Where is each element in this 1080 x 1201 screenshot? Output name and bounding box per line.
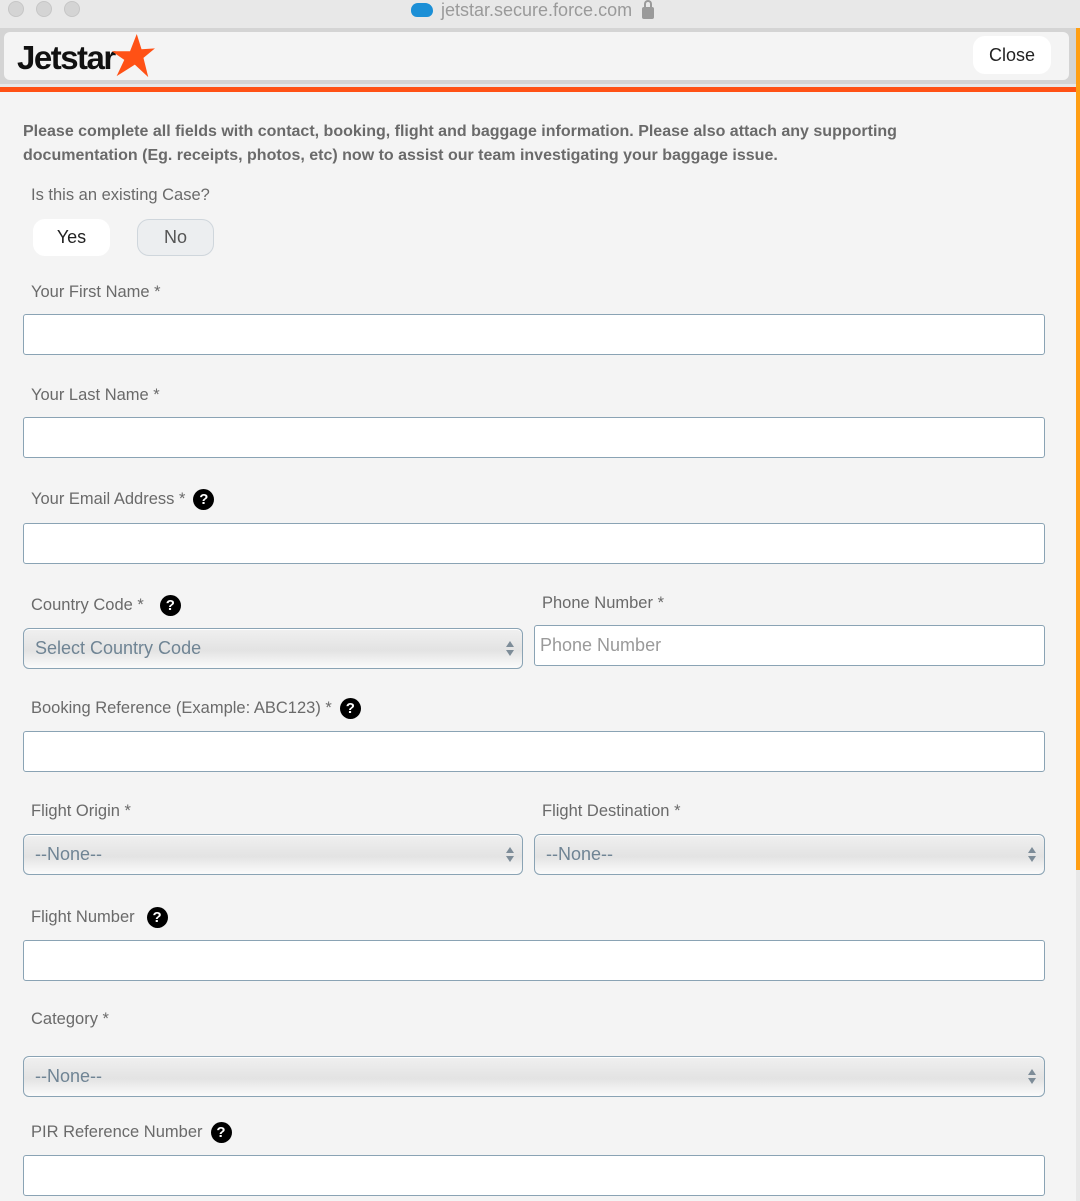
flight-destination-selected: --None-- [546,844,614,864]
pir-reference-input[interactable] [23,1155,1045,1196]
first-name-input[interactable] [23,314,1045,355]
phone-label: Phone Number * [542,594,664,613]
address-bar[interactable]: jetstar.secure.force.com [411,0,655,21]
flight-origin-label: Flight Origin * [31,802,131,821]
phone-label-text: Phone Number * [542,594,664,612]
flight-number-help-icon[interactable]: ? [146,907,168,928]
select-arrows-icon [1028,847,1036,863]
email-help-icon[interactable]: ? [193,489,215,510]
pir-reference-help-icon[interactable]: ? [210,1122,232,1143]
flight-number-label: Flight Number ? [31,907,168,928]
first-name-label: Your First Name * [31,283,161,302]
booking-reference-label: Booking Reference (Example: ABC123) * ? [31,698,361,719]
flight-destination-select[interactable]: --None-- [534,834,1045,875]
star-icon [111,33,155,78]
header-bar: Jetstar Close [4,32,1069,80]
flight-destination-label: Flight Destination * [542,802,681,821]
window-zoom-control[interactable] [64,1,80,17]
side-accent-bar [1076,28,1080,870]
url-text: jetstar.secure.force.com [441,0,633,20]
flight-origin-label-text: Flight Origin * [31,802,131,820]
browser-titlebar: jetstar.secure.force.com [0,0,1080,28]
window-close-control[interactable] [8,1,24,17]
flight-destination-label-text: Flight Destination * [542,802,681,820]
salesforce-cloud-icon [411,3,433,17]
select-arrows-icon [506,847,514,863]
country-code-label: Country Code * ? [31,595,181,616]
flight-origin-selected: --None-- [35,844,103,864]
first-name-label-text: Your First Name * [31,283,161,301]
form-instructions: Please complete all fields with contact,… [23,123,897,164]
category-label: Category * [31,1010,109,1029]
category-selected: --None-- [35,1066,103,1086]
category-label-text: Category * [31,1010,109,1028]
window-minimize-control[interactable] [36,1,52,17]
existing-case-label: Is this an existing Case? [31,186,210,205]
country-code-help-icon[interactable]: ? [159,595,181,616]
existing-case-yes-button[interactable]: Yes [33,219,110,256]
flight-number-label-text: Flight Number [31,908,135,926]
form-container: Please complete all fields with contact,… [0,92,1076,1201]
existing-case-label-text: Is this an existing Case? [31,186,210,204]
last-name-label-text: Your Last Name * [31,386,160,404]
page-header: Jetstar Close [0,28,1077,84]
select-arrows-icon [506,641,514,657]
flight-origin-select[interactable]: --None-- [23,834,523,875]
email-input[interactable] [23,523,1045,564]
flight-number-input[interactable] [23,940,1045,981]
lock-icon [642,0,655,19]
select-arrows-icon [1028,1069,1036,1085]
last-name-label: Your Last Name * [31,386,160,405]
jetstar-logo: Jetstar [17,33,155,78]
pir-reference-label-text: PIR Reference Number [31,1123,203,1141]
booking-reference-help-icon[interactable]: ? [339,698,361,719]
email-label-text: Your Email Address * [31,490,186,508]
existing-case-no-button[interactable]: No [137,219,214,256]
country-code-selected: Select Country Code [35,638,202,658]
phone-input[interactable] [534,625,1045,666]
booking-reference-label-text: Booking Reference (Example: ABC123) * [31,699,332,717]
pir-reference-label: PIR Reference Number ? [31,1122,232,1143]
country-code-label-text: Country Code * [31,596,144,614]
country-code-select[interactable]: Select Country Code [23,628,523,669]
booking-reference-input[interactable] [23,731,1045,772]
close-button[interactable]: Close [973,36,1051,74]
category-select[interactable]: --None-- [23,1056,1045,1097]
last-name-input[interactable] [23,417,1045,458]
email-label: Your Email Address * ? [31,489,215,510]
logo-text: Jetstar [17,39,116,76]
